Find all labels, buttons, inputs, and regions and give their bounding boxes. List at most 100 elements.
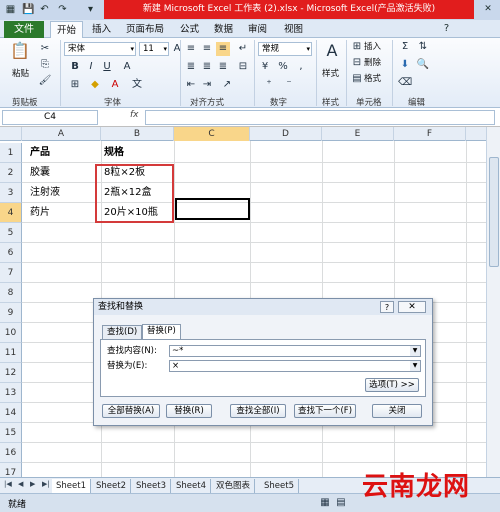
row-header[interactable]: 17 [0,463,22,477]
next-sheet-icon[interactable]: ▶ [30,480,35,488]
tab-replace[interactable]: 替换(P) [142,324,181,340]
tab-view[interactable]: 视图 [278,21,309,38]
options-button[interactable]: 选项(T) >> [365,378,419,392]
align-top-icon[interactable]: ≡ [184,42,198,56]
fill-icon[interactable]: ⬇ [398,58,412,72]
font-name-select[interactable]: 宋体 ▾ [64,42,136,56]
sheet-tab[interactable]: Sheet5 [260,479,299,493]
increase-decimal-icon[interactable]: ⁺ [262,78,276,92]
format-painter-icon[interactable]: 🖌 [38,74,52,88]
sheet-tab[interactable]: Sheet1 [52,479,91,493]
fill-color-icon[interactable]: ◆ [88,78,102,92]
find-all-button[interactable]: 查找全部(I) [230,404,286,418]
copy-icon[interactable]: ⎘ [38,58,52,72]
help-icon[interactable]: ? [440,22,453,35]
decrease-indent-icon[interactable]: ⇤ [184,78,198,92]
scroll-thumb[interactable] [489,157,499,267]
save-icon[interactable]: 💾 [22,3,35,16]
find-next-button[interactable]: 查找下一个(F) [294,404,356,418]
replace-with-input[interactable]: × ▼ [169,360,421,372]
tab-home[interactable]: 开始 [50,21,84,38]
row-header[interactable]: 12 [0,363,22,383]
find-select-icon[interactable]: 🔍 [416,58,430,72]
styles-button[interactable]: 样式 [322,68,339,80]
sheet-tab[interactable]: Sheet2 [92,479,131,493]
paste-icon[interactable]: 📋 [10,43,30,66]
borders-icon[interactable]: ⊞ [68,78,82,92]
customize-toolbar-icon[interactable]: ▾ [84,3,97,16]
paste-button[interactable]: 粘贴 [12,68,29,80]
font-color-a-icon[interactable]: A [120,60,134,74]
name-box[interactable]: C4 [2,110,98,125]
file-tab[interactable]: 文件 [4,21,44,38]
increase-indent-icon[interactable]: ⇥ [200,78,214,92]
normal-view-icon[interactable]: ▦ [318,496,332,510]
wrap-text-icon[interactable]: ↵ [236,42,250,56]
column-header-e[interactable]: E [322,127,394,141]
column-header-b[interactable]: B [101,127,174,141]
orientation-icon[interactable]: ↗ [220,78,234,92]
row-header[interactable]: 5 [0,223,22,243]
percent-icon[interactable]: % [276,60,290,74]
undo-icon[interactable]: ↶ [38,3,51,16]
tab-formulas[interactable]: 公式 [174,21,205,38]
format-cells-icon[interactable]: ▤ [350,72,364,86]
row-header[interactable]: 9 [0,303,22,323]
tab-insert[interactable]: 插入 [86,21,117,38]
row-header[interactable]: 11 [0,343,22,363]
sheet-tab[interactable]: 双色图表 [212,479,256,493]
autosum-icon[interactable]: Σ [398,40,412,54]
row-header[interactable]: 16 [0,443,22,463]
cell-a1[interactable]: 产品 [30,143,50,163]
row-header[interactable]: 6 [0,243,22,263]
underline-icon[interactable]: U [100,60,114,74]
cell-b1[interactable]: 规格 [104,143,124,163]
sheet-tab[interactable]: Sheet4 [172,479,211,493]
close-dialog-button[interactable]: 关闭 [372,404,422,418]
insert-cells-icon[interactable]: ⊞ [350,40,364,54]
phonetic-icon[interactable]: 文 [130,78,144,92]
dialog-help-button[interactable]: ? [380,301,394,313]
font-size-select[interactable]: 11 ▾ [139,42,169,56]
delete-cells-button[interactable]: 删除 [364,57,381,69]
decrease-decimal-icon[interactable]: ⁻ [282,78,296,92]
font-color-icon[interactable]: A [108,78,122,92]
insert-function-icon[interactable]: fx [130,110,139,120]
cell-a4[interactable]: 药片 [30,203,50,223]
replace-button[interactable]: 替换(R) [166,404,212,418]
align-bottom-icon[interactable]: ≡ [216,42,230,56]
column-header-f[interactable]: F [394,127,466,141]
number-format-select[interactable]: 常规 ▾ [258,42,312,56]
first-sheet-icon[interactable]: |◀ [4,480,12,488]
tab-page-layout[interactable]: 页面布局 [120,21,170,38]
delete-cells-icon[interactable]: ⊟ [350,56,364,70]
row-header[interactable]: 7 [0,263,22,283]
comma-style-icon[interactable]: , [294,60,308,74]
align-center-icon[interactable]: ≣ [200,60,214,74]
redo-icon[interactable]: ↷ [56,3,69,16]
last-sheet-icon[interactable]: ▶| [42,480,50,488]
bold-icon[interactable]: B [68,60,82,74]
row-header[interactable]: 3 [0,183,22,203]
italic-icon[interactable]: I [84,60,98,74]
sheet-tab[interactable]: Sheet3 [132,479,171,493]
tab-find[interactable]: 查找(D) [102,325,143,339]
styles-icon[interactable]: A [322,43,342,64]
replace-all-button[interactable]: 全部替换(A) [102,404,160,418]
insert-cells-button[interactable]: 插入 [364,41,381,53]
prev-sheet-icon[interactable]: ◀ [18,480,23,488]
formula-input[interactable] [145,110,495,125]
cell-a2[interactable]: 胶囊 [30,163,50,183]
find-what-input[interactable]: ~* ▼ [169,345,421,357]
tab-data[interactable]: 数据 [208,21,239,38]
column-header-a[interactable]: A [22,127,101,141]
format-cells-button[interactable]: 格式 [364,73,381,85]
cut-icon[interactable]: ✂ [38,42,52,56]
column-header-d[interactable]: D [250,127,322,141]
tab-review[interactable]: 审阅 [242,21,273,38]
row-header[interactable]: 13 [0,383,22,403]
clear-icon[interactable]: ⌫ [398,76,412,90]
sort-filter-icon[interactable]: ⇅ [416,40,430,54]
cell-a3[interactable]: 注射液 [30,183,60,203]
align-right-icon[interactable]: ≣ [216,60,230,74]
